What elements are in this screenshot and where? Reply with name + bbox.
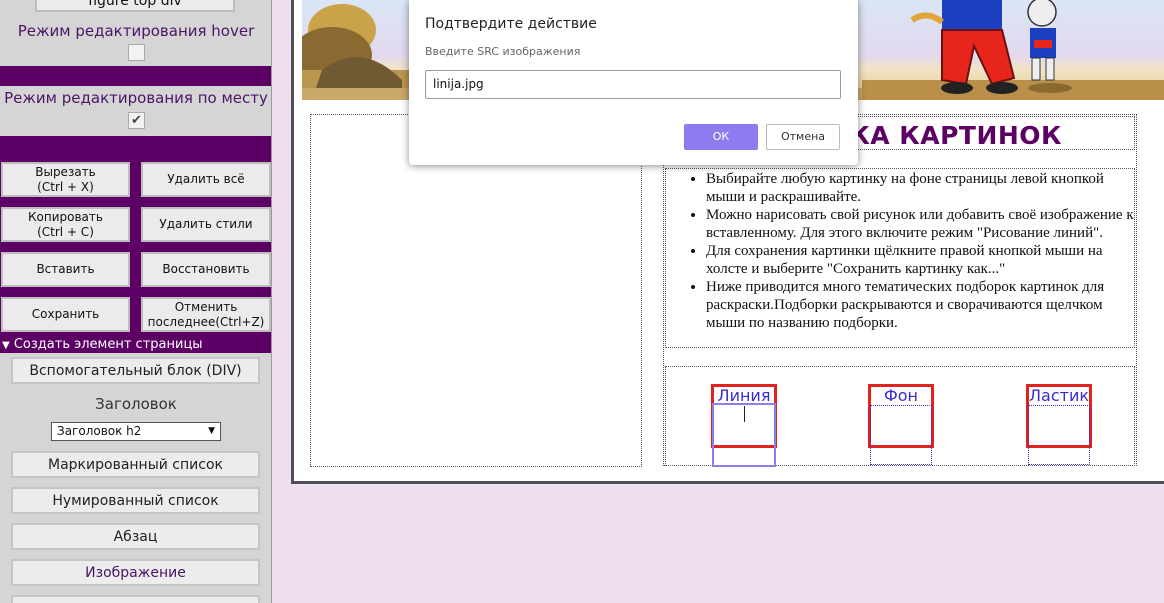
- inplace-mode-section: Режим редактирования по месту ✔: [0, 86, 271, 136]
- ok-button[interactable]: ОК: [684, 124, 758, 150]
- instructions-cell[interactable]: Выбирайте любую картинку на фоне страниц…: [665, 168, 1135, 348]
- heading-select-value: Заголовок h2: [57, 424, 142, 438]
- cut-button[interactable]: Вырезать (Ctrl + X): [1, 162, 130, 197]
- figure-top-div-button[interactable]: figure top div: [35, 0, 235, 12]
- background-tool-label[interactable]: Фон: [868, 386, 934, 405]
- src-input[interactable]: linija.jpg: [425, 70, 841, 99]
- confirm-dialog: Подтвердите действие Введите SRC изображ…: [409, 0, 858, 165]
- eraser-tool-label[interactable]: Ластик: [1026, 386, 1092, 405]
- delete-all-button[interactable]: Удалить всё: [141, 162, 271, 197]
- left-content-cell[interactable]: [310, 114, 642, 467]
- create-section-header[interactable]: ▼ Создать элемент страницы: [0, 336, 271, 353]
- hover-mode-label: Режим редактирования hover: [17, 22, 255, 40]
- background-tool-area: [870, 405, 932, 465]
- helper-block-div-button[interactable]: Вспомогательный блок (DIV): [11, 357, 260, 384]
- paragraph-button[interactable]: Абзац: [11, 523, 260, 550]
- text-cursor: [744, 406, 745, 422]
- heading-label: Заголовок: [95, 395, 177, 413]
- undo-button[interactable]: Отменить последнее(Ctrl+Z): [141, 297, 271, 332]
- list-item: Можно нарисовать свой рисунок или добави…: [706, 206, 1134, 242]
- copy-button[interactable]: Копировать (Ctrl + C): [1, 207, 130, 242]
- paste-button[interactable]: Вставить: [1, 252, 130, 287]
- instructions-list: Выбирайте любую картинку на фоне страниц…: [666, 170, 1134, 332]
- heading-level-select[interactable]: Заголовок h2 ▼: [51, 422, 221, 441]
- image-button[interactable]: Изображение: [11, 559, 260, 586]
- editor-side-panel: figure top div Режим редактирования hove…: [0, 0, 272, 603]
- check-mark-icon: ✔: [131, 113, 142, 128]
- dialog-prompt: Введите SRC изображения: [425, 45, 581, 58]
- inplace-mode-checkbox[interactable]: ✔: [128, 112, 145, 129]
- list-item: Ниже приводится много тематических подбо…: [706, 278, 1134, 332]
- numbered-list-button[interactable]: Нумированный список: [11, 487, 260, 514]
- list-item: Для сохранения картинки щёлкните правой …: [706, 242, 1134, 278]
- delete-styles-button[interactable]: Удалить стили: [141, 207, 271, 242]
- create-section-title: Создать элемент страницы: [13, 337, 203, 352]
- hover-mode-checkbox[interactable]: [128, 44, 145, 61]
- bulleted-list-button[interactable]: Маркированный список: [11, 451, 260, 478]
- chevron-down-icon: ▼: [208, 426, 215, 436]
- collapse-triangle-icon: ▼: [2, 340, 10, 351]
- next-element-button[interactable]: [11, 595, 260, 603]
- panel-divider: [0, 66, 271, 86]
- src-input-value: linija.jpg: [433, 77, 484, 91]
- dialog-title: Подтвердите действие: [425, 16, 597, 32]
- list-item: Выбирайте любую картинку на фоне страниц…: [706, 170, 1134, 206]
- hover-mode-section: figure top div Режим редактирования hove…: [0, 0, 271, 66]
- save-button[interactable]: Сохранить: [1, 297, 130, 332]
- restore-button[interactable]: Восстановить: [141, 252, 271, 287]
- inplace-mode-label: Режим редактирования по месту: [4, 89, 268, 107]
- cancel-button[interactable]: Отмена: [766, 124, 840, 150]
- eraser-tool-area: [1028, 405, 1090, 465]
